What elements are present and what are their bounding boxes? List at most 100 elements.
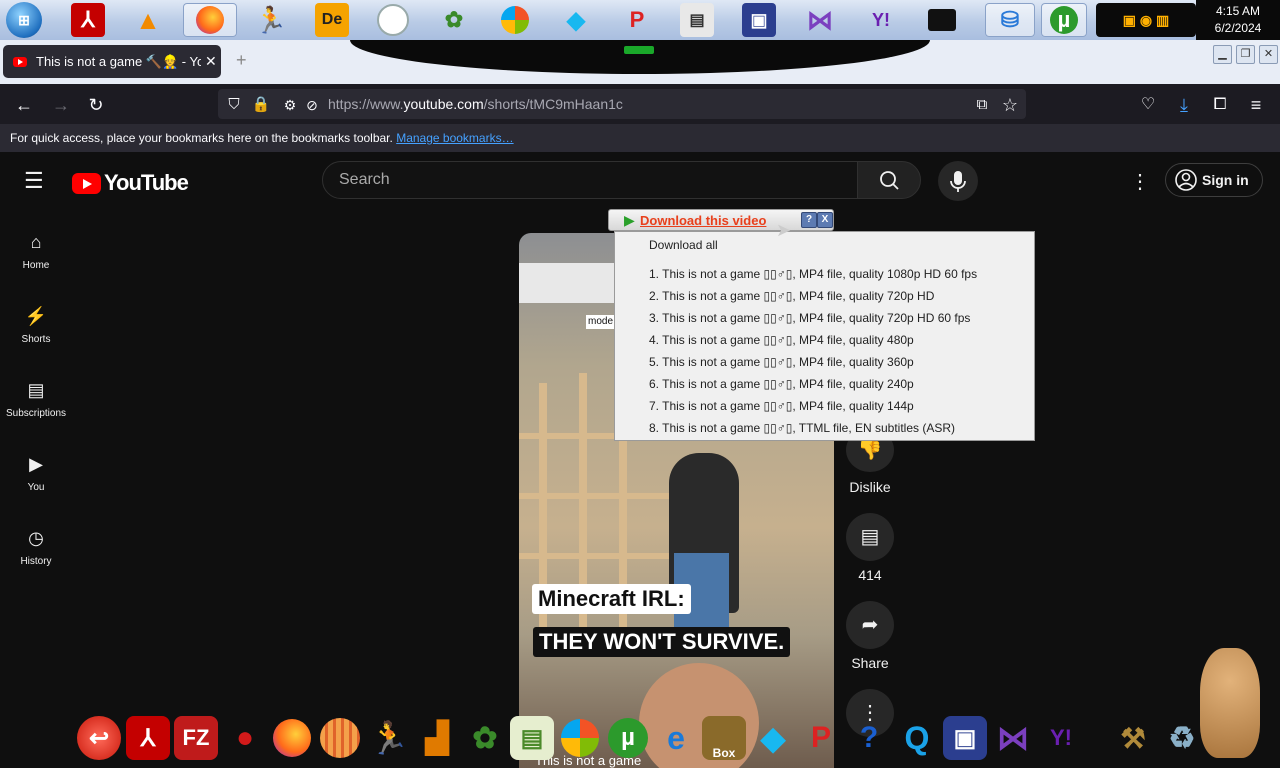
guide-menu-icon[interactable]: ☰ xyxy=(24,168,44,194)
pidgin-icon[interactable]: P xyxy=(620,3,654,37)
hamster-icon[interactable] xyxy=(1200,648,1260,758)
yahoo-messenger-icon[interactable]: Y! xyxy=(864,3,898,37)
sidebar-item-subscriptions[interactable]: ▤ Subscriptions xyxy=(0,378,72,419)
download-option[interactable]: 7. This is not a game ▯▯♂▯, MP4 file, qu… xyxy=(649,395,914,417)
download-this-video-link[interactable]: Download this video xyxy=(640,213,766,228)
download-menu: Download all 1. This is not a game ▯▯♂▯,… xyxy=(614,231,1035,441)
black-box-icon[interactable] xyxy=(925,3,959,37)
restore-icon[interactable]: ❐ xyxy=(1236,45,1255,64)
zip-icon[interactable]: ▟ xyxy=(415,716,459,760)
visual-studio-icon[interactable]: ⋈ xyxy=(803,3,837,37)
browser-tab[interactable]: This is not a game 🔨👷 - YouTu ✕ xyxy=(3,45,221,78)
close-icon[interactable]: X xyxy=(817,212,833,228)
permissions-icon[interactable]: ⚙ xyxy=(279,94,301,116)
manage-bookmarks-link[interactable]: Manage bookmarks… xyxy=(396,131,513,145)
download-option[interactable]: 1. This is not a game ▯▯♂▯, MP4 file, qu… xyxy=(649,263,977,285)
url-path: /shorts/tMC9mHaan1c xyxy=(483,96,623,112)
sidebar-label: History xyxy=(20,556,52,567)
sidebar-item-shorts[interactable]: ⚡ Shorts xyxy=(0,304,72,345)
tray-icons[interactable]: ▣ ◉ ▥ xyxy=(1096,3,1196,37)
shield-icon[interactable]: ⛉ xyxy=(223,94,245,116)
help-icon[interactable]: ? xyxy=(847,716,891,760)
comments-button[interactable]: ▤ xyxy=(846,513,894,561)
yahoo-messenger-icon[interactable]: Y! xyxy=(1039,716,1083,760)
url-prefix: https://www. xyxy=(328,96,404,112)
search-input[interactable]: Search xyxy=(322,161,858,199)
filezilla-icon[interactable]: FZ xyxy=(174,716,218,760)
sign-in-button[interactable]: Sign in xyxy=(1165,163,1263,197)
autoplay-blocked-icon[interactable]: ⊘ xyxy=(301,94,323,116)
tools-icon[interactable]: ⚒ xyxy=(1111,716,1155,760)
extensions-icon[interactable]: ⧠ xyxy=(1209,94,1231,116)
sidebar-item-history[interactable]: ◷ History xyxy=(0,526,72,567)
aim-icon[interactable]: 🏃 xyxy=(367,716,411,760)
box-icon[interactable]: Box xyxy=(702,716,746,760)
sidebar-item-you[interactable]: ▶ You xyxy=(0,452,72,493)
download-option[interactable]: 3. This is not a game ▯▯♂▯, MP4 file, qu… xyxy=(649,307,970,329)
network-icon[interactable]: ⛁ xyxy=(985,3,1035,37)
clock-icon[interactable] xyxy=(376,3,410,37)
new-tab-icon[interactable]: + xyxy=(236,50,247,71)
vmware-icon[interactable]: ▣ xyxy=(742,3,776,37)
remote-desktop-icon[interactable]: ▤ xyxy=(680,3,714,37)
help-icon[interactable]: ? xyxy=(801,212,817,228)
visual-studio-icon[interactable]: ⋈ xyxy=(991,716,1035,760)
acrobat-icon[interactable]: ⅄ xyxy=(71,3,105,37)
opera-icon[interactable] xyxy=(318,716,362,760)
utorrent-icon[interactable]: µ xyxy=(606,716,650,760)
quicktime-icon[interactable]: Q xyxy=(895,716,939,760)
voice-search-button[interactable] xyxy=(938,161,978,201)
picture-in-picture-icon[interactable]: ⧉ xyxy=(971,94,993,116)
notes-icon[interactable]: ▤ xyxy=(510,716,554,760)
diamond-icon[interactable]: ◆ xyxy=(559,3,593,37)
search-button[interactable] xyxy=(857,161,921,199)
download-option[interactable]: 5. This is not a game ▯▯♂▯, MP4 file, qu… xyxy=(649,351,914,373)
downloads-icon[interactable]: ⤓ xyxy=(1173,94,1195,116)
firefox-icon[interactable] xyxy=(183,3,237,37)
vmware-icon[interactable]: ▣ xyxy=(943,716,987,760)
tab-close-icon[interactable]: ✕ xyxy=(205,53,217,70)
reload-icon[interactable]: ↻ xyxy=(85,94,107,116)
forward-icon[interactable]: → xyxy=(50,94,72,116)
close-window-icon[interactable]: ✕ xyxy=(1259,45,1278,64)
vlc-icon[interactable]: ▲ xyxy=(131,3,165,37)
diamond-icon[interactable]: ◆ xyxy=(751,716,795,760)
acrobat-icon[interactable]: ⅄ xyxy=(126,716,170,760)
download-all-item[interactable]: Download all xyxy=(649,238,718,252)
aim-icon[interactable]: 🏃 xyxy=(254,3,288,37)
sidebar-label: Shorts xyxy=(21,334,51,345)
app-menu-icon[interactable]: ≡ xyxy=(1245,94,1267,116)
download-option[interactable]: 2. This is not a game ▯▯♂▯, MP4 file, qu… xyxy=(649,285,934,307)
share-icon: ➦ xyxy=(861,614,879,636)
pidgin-icon[interactable]: P xyxy=(799,716,843,760)
youtube-favicon-icon xyxy=(13,56,27,67)
windows-logo-icon[interactable] xyxy=(558,716,602,760)
minimize-icon[interactable]: ▁ xyxy=(1213,45,1232,64)
windows-start-icon[interactable]: ⊞ xyxy=(6,2,42,38)
pocket-icon[interactable]: ♡ xyxy=(1137,94,1159,116)
recycle-bin-icon[interactable]: ♻ xyxy=(1160,716,1204,760)
comment-count: 414 xyxy=(858,567,882,583)
download-option[interactable]: 8. This is not a game ▯▯♂▯, TTML file, E… xyxy=(649,417,955,439)
bookmarks-hint: For quick access, place your bookmarks h… xyxy=(10,131,393,145)
firefox-icon[interactable] xyxy=(270,716,314,760)
utorrent-icon[interactable]: µ xyxy=(1041,3,1087,37)
de-icon[interactable]: De xyxy=(315,3,349,37)
reply-icon[interactable]: ↩ xyxy=(77,716,121,760)
download-option[interactable]: 4. This is not a game ▯▯♂▯, MP4 file, qu… xyxy=(649,329,914,351)
url-text[interactable]: https://www.youtube.com/shorts/tMC9mHaan… xyxy=(328,96,623,112)
lock-icon[interactable]: 🔒 xyxy=(250,94,272,116)
youtube-logo[interactable]: YouTube xyxy=(72,170,189,196)
back-icon[interactable]: ← xyxy=(13,94,35,116)
bookmark-star-icon[interactable]: ☆ xyxy=(999,94,1021,116)
plant-icon[interactable]: ✿ xyxy=(463,716,507,760)
system-clock[interactable]: 4:15 AM 6/2/2024 xyxy=(1196,0,1280,40)
settings-more-icon[interactable]: ⋮ xyxy=(1130,169,1150,194)
share-button[interactable]: ➦ xyxy=(846,601,894,649)
red-creature-icon[interactable]: ● xyxy=(223,716,267,760)
plant-icon[interactable]: ✿ xyxy=(437,3,471,37)
sidebar-item-home[interactable]: ⌂ Home xyxy=(0,230,72,271)
download-option[interactable]: 6. This is not a game ▯▯♂▯, MP4 file, qu… xyxy=(649,373,914,395)
windows-logo-icon[interactable] xyxy=(498,3,532,37)
ie-icon[interactable]: e xyxy=(654,716,698,760)
